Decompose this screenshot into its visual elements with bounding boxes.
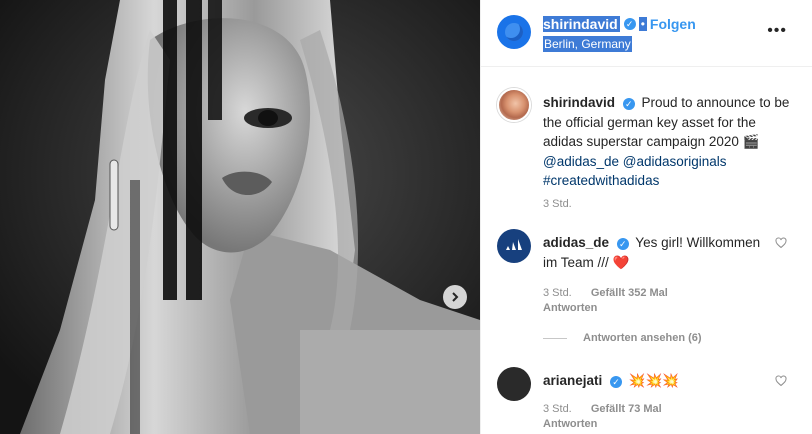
separator-dot: • <box>638 17 647 31</box>
instagram-post-view: shirindavid ✓ • Folgen Berlin, Germany •… <box>0 0 812 434</box>
more-options-icon[interactable]: ••• <box>767 22 787 40</box>
caption-avatar[interactable] <box>497 88 531 122</box>
collision-emoji: 💥💥💥 <box>628 373 680 388</box>
author-username[interactable]: shirindavid <box>543 16 620 32</box>
caption-username[interactable]: shirindavid <box>543 95 615 110</box>
replies-divider <box>543 337 567 339</box>
caption-text: shirindavid ✓ Proud to announce to be th… <box>543 93 793 191</box>
mention-adidasoriginals[interactable]: @adidasoriginals <box>623 154 727 169</box>
view-replies-button[interactable]: Antworten ansehen (6) <box>543 332 702 344</box>
comment-timestamp[interactable]: 3 Std. <box>543 287 572 299</box>
portrait-image <box>0 0 480 434</box>
view-replies-label: Antworten ansehen (6) <box>583 332 702 344</box>
next-photo-button[interactable] <box>443 285 467 309</box>
comment-likes[interactable]: Gefällt 352 Mal <box>591 287 668 299</box>
comment-username[interactable]: arianejati <box>543 373 602 388</box>
adidas-logo-icon <box>506 239 522 250</box>
author-avatar[interactable] <box>497 15 531 49</box>
comment-avatar[interactable] <box>497 367 531 401</box>
chevron-right-icon <box>452 292 459 302</box>
post-photo[interactable] <box>0 0 480 434</box>
heart-emoji: ❤️ <box>612 254 630 270</box>
verified-badge-icon: ✓ <box>622 98 635 110</box>
hashtag-createdwithadidas[interactable]: #createdwithadidas <box>543 173 659 188</box>
comment-avatar[interactable] <box>497 229 531 263</box>
like-heart-icon[interactable] <box>775 237 787 249</box>
mention-adidas-de[interactable]: @adidas_de <box>543 154 619 169</box>
comment-username[interactable]: adidas_de <box>543 235 609 250</box>
comment-meta: 3 Std. Gefällt 352 Mal Antworten <box>543 286 668 316</box>
clapper-emoji: 🎬 <box>742 134 760 149</box>
post-sidebar: shirindavid ✓ • Folgen Berlin, Germany •… <box>480 0 812 434</box>
comment-text: adidas_de ✓ Yes girl! Willkommen im Team… <box>543 233 763 272</box>
comment-text: arianejati ✓ 💥💥💥 <box>543 371 763 391</box>
verified-badge-icon: ✓ <box>623 18 636 30</box>
post-location[interactable]: Berlin, Germany <box>543 36 632 52</box>
caption-timestamp[interactable]: 3 Std. <box>543 198 572 210</box>
verified-badge-icon: ✓ <box>616 238 629 250</box>
comment-timestamp[interactable]: 3 Std. <box>543 403 572 415</box>
author-line: shirindavid ✓ • Folgen <box>543 16 696 32</box>
comment-meta: 3 Std. Gefällt 73 Mal Antworten <box>543 402 662 432</box>
follow-button[interactable]: Folgen <box>650 16 696 32</box>
post-header: shirindavid ✓ • Folgen Berlin, Germany •… <box>481 0 812 67</box>
like-heart-icon[interactable] <box>775 375 787 387</box>
verified-badge-icon: ✓ <box>610 376 623 388</box>
reply-button[interactable]: Antworten <box>543 302 597 314</box>
reply-button[interactable]: Antworten <box>543 418 597 430</box>
comment-likes[interactable]: Gefällt 73 Mal <box>591 403 662 415</box>
